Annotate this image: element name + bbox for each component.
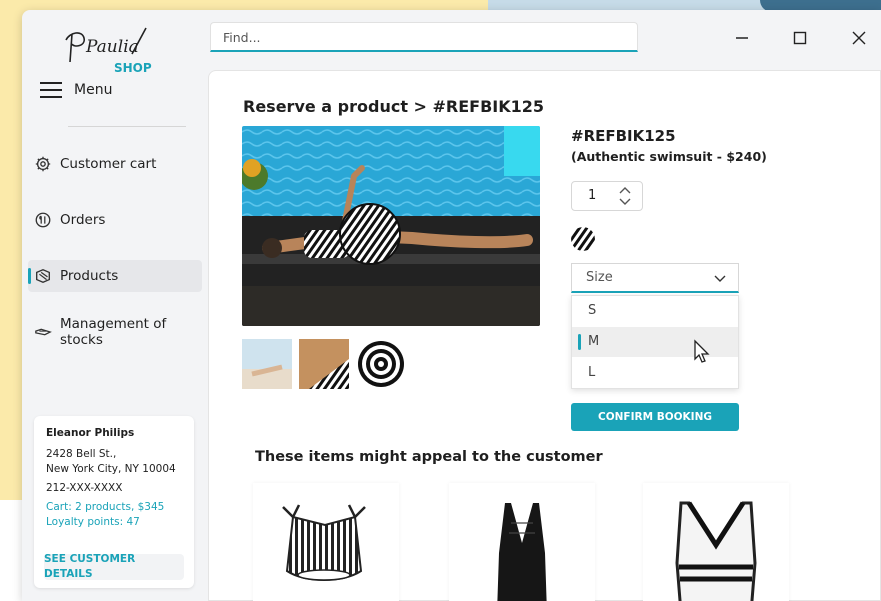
menu-toggle[interactable]: Menu — [40, 82, 112, 98]
size-options-list: S M L — [571, 295, 739, 389]
product-description: (Authentic swimsuit - $240) — [571, 149, 767, 164]
see-customer-details-button[interactable]: SEE CUSTOMER DETAILS — [44, 553, 184, 580]
size-option-label: M — [588, 334, 600, 349]
customer-name: Eleanor Philips — [46, 427, 135, 439]
striped-bikini-image — [282, 504, 366, 581]
products-icon — [36, 268, 50, 284]
orders-icon — [35, 212, 51, 228]
black-swimsuit-image — [497, 503, 547, 601]
sidebar-item-label: Customer cart — [60, 156, 157, 172]
sidebar-item-products[interactable]: Products — [28, 260, 202, 292]
size-placeholder: Size — [586, 270, 613, 285]
white-swimsuit-image — [675, 501, 757, 601]
size-option-m[interactable]: M — [572, 327, 738, 357]
customer-address-line1: 2428 Bell St., — [46, 448, 117, 460]
quantity-stepper[interactable]: 1 — [571, 181, 643, 211]
menu-label: Menu — [74, 82, 113, 98]
hamburger-icon — [40, 82, 62, 98]
selected-indicator — [578, 334, 581, 350]
app-window: Paulia SHOP Menu Customer cart Orders Pr… — [22, 10, 881, 601]
menu-divider — [68, 126, 186, 127]
product-thumbnail[interactable] — [356, 339, 406, 389]
customer-cart-summary: Cart: 2 products, $345 — [46, 501, 165, 513]
stocks-icon — [35, 328, 52, 336]
sidebar-item-label: Products — [60, 268, 119, 284]
stepper-arrows-icon[interactable] — [618, 185, 632, 207]
mouse-cursor-icon — [694, 339, 710, 363]
customer-address-line2: New York City, NY 10004 — [46, 463, 176, 475]
suggestions-title: These items might appeal to the customer — [255, 449, 603, 465]
size-option-l[interactable]: L — [572, 358, 738, 388]
sidebar-item-label: Orders — [60, 212, 106, 228]
shop-logo[interactable]: Paulia SHOP — [60, 22, 170, 76]
product-thumbnail[interactable] — [242, 339, 292, 389]
chevron-down-icon — [714, 275, 726, 282]
customer-card: Eleanor Philips 2428 Bell St., New York … — [34, 416, 194, 588]
main-panel: Reserve a product > #REFBIK125 #REFBIK12… — [208, 70, 881, 601]
active-indicator — [28, 268, 31, 284]
sidebar-item-orders[interactable]: Orders — [28, 204, 202, 236]
suggested-product-card[interactable] — [643, 483, 789, 601]
logo-script-text: Paulia — [85, 37, 139, 57]
product-thumbnail[interactable] — [299, 339, 349, 389]
sidebar-item-customer-cart[interactable]: Customer cart — [28, 148, 202, 180]
color-swatch-striped[interactable] — [571, 227, 595, 251]
search-input[interactable]: Find... — [210, 22, 638, 52]
product-code: #REFBIK125 — [571, 127, 676, 145]
suggested-product-card[interactable] — [449, 483, 595, 601]
product-main-image — [242, 126, 540, 326]
confirm-booking-button[interactable]: CONFIRM BOOKING — [571, 403, 739, 431]
quantity-value: 1 — [588, 188, 597, 203]
minimize-icon[interactable] — [730, 26, 754, 50]
size-option-s[interactable]: S — [572, 296, 738, 326]
logo-shop-text: SHOP — [114, 61, 152, 75]
customer-phone: 212-XXX-XXXX — [46, 482, 123, 494]
maximize-icon[interactable] — [788, 26, 812, 50]
page-title: Reserve a product > #REFBIK125 — [243, 97, 545, 116]
customer-loyalty-points: Loyalty points: 47 — [46, 516, 140, 528]
gear-icon — [35, 156, 51, 172]
sidebar-item-label: Management of stocks — [60, 316, 167, 348]
sidebar-item-management-of-stocks[interactable]: Management of stocks — [28, 316, 202, 348]
suggested-product-card[interactable] — [253, 483, 399, 601]
close-icon[interactable] — [847, 26, 871, 50]
size-dropdown[interactable]: Size — [571, 263, 739, 293]
